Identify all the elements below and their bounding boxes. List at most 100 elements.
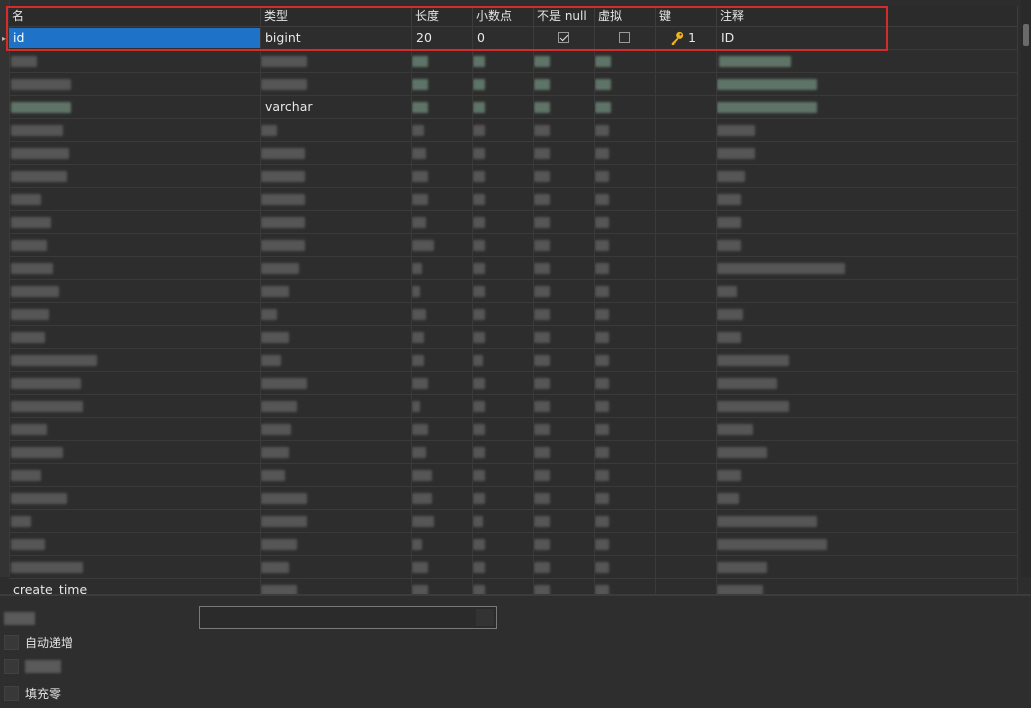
cell-type[interactable] — [261, 464, 412, 486]
cell-length[interactable] — [412, 510, 473, 532]
cell-length[interactable] — [412, 142, 473, 164]
cell-not-null[interactable] — [534, 73, 595, 95]
cell-type[interactable] — [261, 556, 412, 578]
cell-decimals[interactable] — [473, 165, 534, 187]
cell-key[interactable] — [656, 349, 717, 371]
cell-decimals[interactable] — [473, 234, 534, 256]
cell-name[interactable] — [9, 211, 261, 233]
cell-key[interactable] — [656, 372, 717, 394]
cell-decimals[interactable] — [473, 510, 534, 532]
cell-not-null[interactable] — [534, 234, 595, 256]
cell-length[interactable] — [412, 257, 473, 279]
cell-type[interactable] — [261, 326, 412, 348]
table-row[interactable] — [9, 418, 1018, 441]
cell-length[interactable]: 20 — [412, 27, 473, 49]
cell-length[interactable] — [412, 50, 473, 72]
cell-name[interactable] — [9, 533, 261, 555]
cell-key[interactable] — [656, 533, 717, 555]
cell-key[interactable] — [656, 142, 717, 164]
cell-key[interactable]: 1 — [656, 27, 717, 49]
cell-name[interactable] — [9, 165, 261, 187]
table-row[interactable] — [9, 303, 1018, 326]
header-col-virtual[interactable]: 虚拟 — [595, 6, 656, 26]
cell-decimals[interactable] — [473, 556, 534, 578]
cell-key[interactable] — [656, 165, 717, 187]
cell-virtual[interactable] — [595, 556, 656, 578]
cell-decimals[interactable] — [473, 119, 534, 141]
cell-comment[interactable] — [717, 119, 1018, 141]
cell-comment[interactable] — [717, 418, 1018, 440]
cell-name[interactable] — [9, 441, 261, 463]
cell-key[interactable] — [656, 418, 717, 440]
table-row[interactable] — [9, 510, 1018, 533]
cell-type[interactable] — [261, 234, 412, 256]
cell-virtual[interactable] — [595, 326, 656, 348]
cell-not-null[interactable] — [534, 349, 595, 371]
cell-comment[interactable] — [717, 395, 1018, 417]
cell-decimals[interactable]: 0 — [473, 27, 534, 49]
cell-not-null[interactable] — [534, 188, 595, 210]
cell-length[interactable] — [412, 487, 473, 509]
cell-length[interactable] — [412, 372, 473, 394]
cell-virtual[interactable] — [595, 142, 656, 164]
redacted-option[interactable] — [4, 659, 61, 674]
cell-comment[interactable] — [717, 464, 1018, 486]
cell-key[interactable] — [656, 303, 717, 325]
cell-virtual[interactable] — [595, 441, 656, 463]
cell-comment[interactable] — [717, 441, 1018, 463]
cell-virtual[interactable] — [595, 257, 656, 279]
cell-decimals[interactable] — [473, 487, 534, 509]
cell-name[interactable] — [9, 303, 261, 325]
cell-length[interactable] — [412, 464, 473, 486]
cell-type[interactable] — [261, 119, 412, 141]
cell-type[interactable] — [261, 165, 412, 187]
cell-type[interactable] — [261, 441, 412, 463]
cell-decimals[interactable] — [473, 349, 534, 371]
cell-decimals[interactable] — [473, 96, 534, 118]
cell-not-null[interactable] — [534, 257, 595, 279]
cell-length[interactable] — [412, 395, 473, 417]
cell-type[interactable] — [261, 303, 412, 325]
cell-not-null[interactable] — [534, 211, 595, 233]
table-row[interactable] — [9, 73, 1018, 96]
cell-not-null[interactable] — [534, 395, 595, 417]
cell-virtual[interactable] — [595, 464, 656, 486]
header-col-decimals[interactable]: 小数点 — [473, 6, 534, 26]
cell-not-null[interactable] — [534, 326, 595, 348]
cell-length[interactable] — [412, 441, 473, 463]
cell-name[interactable] — [9, 257, 261, 279]
cell-length[interactable] — [412, 280, 473, 302]
cell-not-null[interactable] — [534, 27, 595, 49]
cell-key[interactable] — [656, 556, 717, 578]
cell-comment[interactable] — [717, 280, 1018, 302]
cell-not-null[interactable] — [534, 50, 595, 72]
cell-key[interactable] — [656, 211, 717, 233]
cell-key[interactable] — [656, 96, 717, 118]
table-row[interactable] — [9, 395, 1018, 418]
cell-comment[interactable] — [717, 303, 1018, 325]
cell-type[interactable]: bigint — [261, 27, 412, 49]
cell-length[interactable] — [412, 188, 473, 210]
cell-not-null[interactable] — [534, 372, 595, 394]
cell-not-null[interactable] — [534, 441, 595, 463]
cell-comment[interactable] — [717, 96, 1018, 118]
table-row[interactable] — [9, 119, 1018, 142]
table-row[interactable] — [9, 257, 1018, 280]
redacted-option-checkbox[interactable] — [4, 659, 19, 674]
table-row[interactable] — [9, 188, 1018, 211]
auto-increment-option[interactable]: 自动递增 — [4, 634, 73, 651]
cell-decimals[interactable] — [473, 188, 534, 210]
cell-comment[interactable] — [717, 487, 1018, 509]
cell-name[interactable] — [9, 349, 261, 371]
cell-key[interactable] — [656, 188, 717, 210]
cell-not-null[interactable] — [534, 96, 595, 118]
cell-virtual[interactable] — [595, 119, 656, 141]
cell-comment[interactable] — [717, 349, 1018, 371]
cell-name[interactable] — [9, 96, 261, 118]
cell-type[interactable] — [261, 533, 412, 555]
cell-length[interactable] — [412, 556, 473, 578]
header-col-not-null[interactable]: 不是 null — [534, 6, 595, 26]
cell-not-null[interactable] — [534, 280, 595, 302]
scrollbar-thumb[interactable] — [1023, 24, 1029, 46]
cell-name[interactable] — [9, 280, 261, 302]
